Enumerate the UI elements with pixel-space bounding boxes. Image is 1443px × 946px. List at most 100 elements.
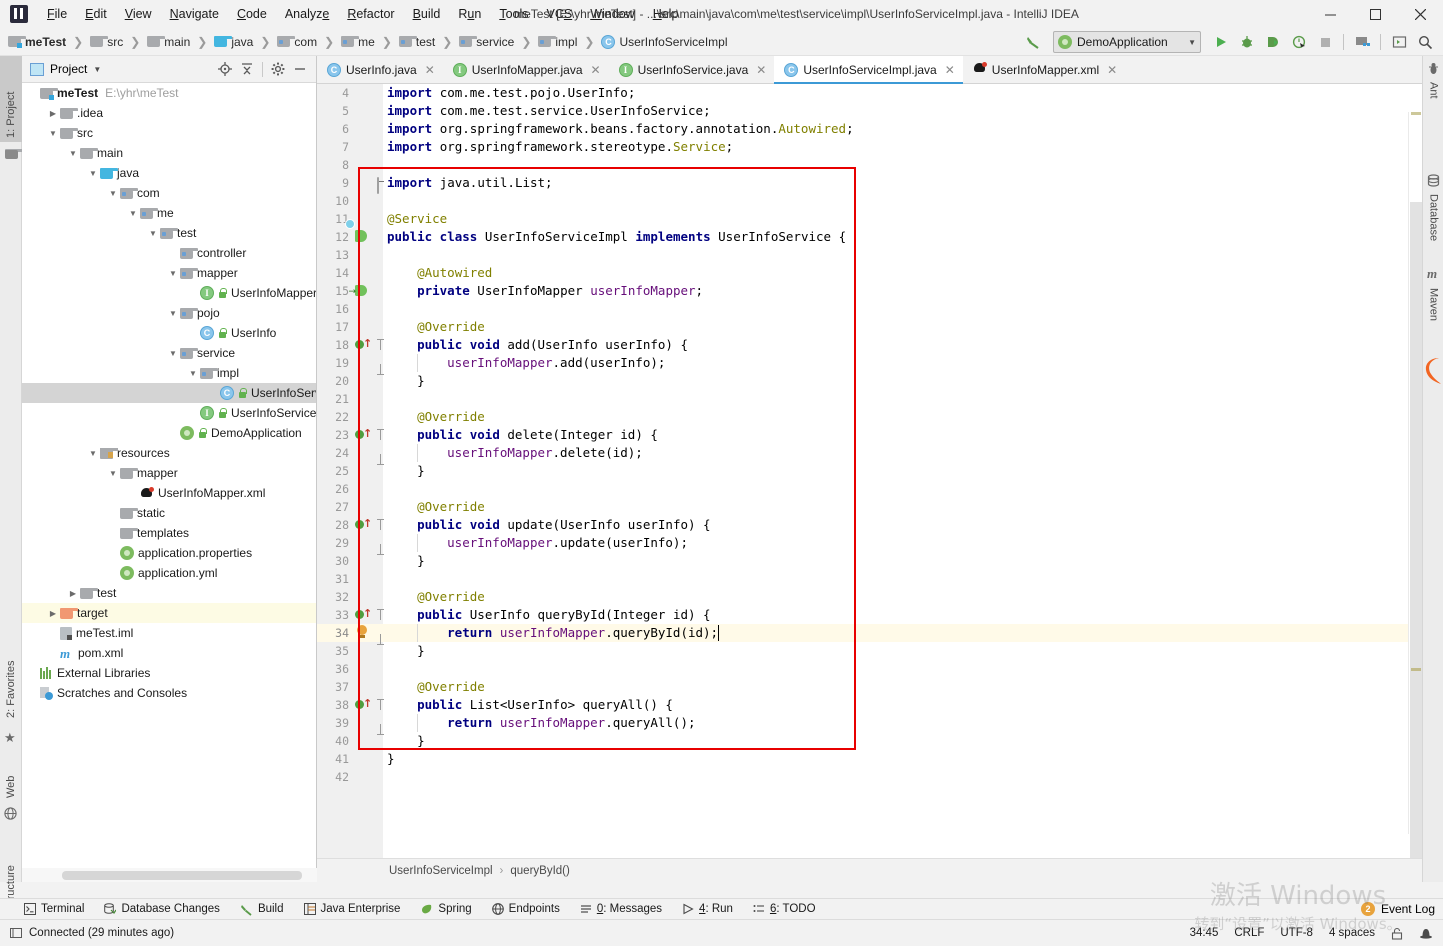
- code-line-11[interactable]: 11 @Service: [317, 210, 1422, 228]
- project-horizontal-scrollbar[interactable]: [22, 868, 317, 882]
- code-line-41[interactable]: 41}: [317, 750, 1422, 768]
- bb-spring[interactable]: Spring: [410, 901, 481, 918]
- code-line-27[interactable]: 27 @Override: [317, 498, 1422, 516]
- code-line-17[interactable]: 17 @Override: [317, 318, 1422, 336]
- scrollbar-thumb[interactable]: [1410, 202, 1422, 858]
- indent-setting[interactable]: 4 spaces: [1329, 927, 1375, 939]
- tree-node-application-yml[interactable]: application.yml: [22, 563, 316, 583]
- chevron-down-icon[interactable]: ▼: [126, 209, 140, 218]
- code-text[interactable]: @Override: [417, 408, 485, 426]
- hide-icon[interactable]: [290, 59, 310, 79]
- chevron-down-icon[interactable]: ▼: [46, 129, 60, 138]
- code-text[interactable]: @Autowired: [417, 264, 492, 282]
- close-icon[interactable]: ✕: [1107, 63, 1117, 77]
- tab-userinfoservice-java[interactable]: I UserInfoService.java ✕: [608, 56, 775, 83]
- sidebar-item-ant[interactable]: Ant: [1423, 78, 1443, 112]
- code-text[interactable]: @Override: [417, 678, 485, 696]
- chevron-down-icon[interactable]: ▼: [166, 309, 180, 318]
- bb-build[interactable]: Build: [230, 901, 294, 918]
- code-text[interactable]: import org.springframework.beans.factory…: [387, 120, 854, 138]
- tree-node-main[interactable]: ▼ main: [22, 143, 316, 163]
- tree-node-templates[interactable]: templates: [22, 523, 316, 543]
- code-line-36[interactable]: 36: [317, 660, 1422, 678]
- close-button[interactable]: [1398, 0, 1443, 28]
- code-text[interactable]: import com.me.test.service.UserInfoServi…: [387, 102, 711, 120]
- code-text[interactable]: }: [417, 552, 425, 570]
- collapse-all-icon[interactable]: [237, 59, 257, 79]
- bb-run[interactable]: 4: Run: [672, 901, 743, 917]
- code-line-28[interactable]: 28 public void update(UserInfo userInfo) …: [317, 516, 1422, 534]
- code-text[interactable]: }: [417, 642, 425, 660]
- sidebar-item-web[interactable]: Web: [0, 756, 22, 802]
- code-line-13[interactable]: 13: [317, 246, 1422, 264]
- breadcrumb-item-userinfoserviceimpl[interactable]: C UserInfoServiceImpl: [601, 34, 728, 49]
- code-line-38[interactable]: 38 public List<UserInfo> queryAll() {: [317, 696, 1422, 714]
- chevron-down-icon[interactable]: ▼: [86, 449, 100, 458]
- minimize-button[interactable]: [1308, 0, 1353, 28]
- code-text[interactable]: public List<UserInfo> queryAll() {: [417, 696, 673, 714]
- tree-node-test[interactable]: ▶ test: [22, 583, 316, 603]
- tree-node-userinfo[interactable]: C UserInfo: [22, 323, 316, 343]
- chevron-down-icon[interactable]: ▼: [186, 369, 200, 378]
- menu-help[interactable]: Help: [644, 3, 688, 25]
- close-icon[interactable]: ✕: [591, 63, 601, 77]
- breadcrumb-item-service[interactable]: service: [459, 35, 514, 49]
- code-line-5[interactable]: 5 import com.me.test.service.UserInfoServ…: [317, 102, 1422, 120]
- chevron-down-icon[interactable]: ▼: [166, 269, 180, 278]
- code-line-31[interactable]: 31: [317, 570, 1422, 588]
- code-line-37[interactable]: 37 @Override: [317, 678, 1422, 696]
- profiler-icon[interactable]: [1287, 30, 1311, 54]
- close-icon[interactable]: ✕: [756, 63, 766, 77]
- bb-event-log[interactable]: Event Log: [1381, 902, 1435, 916]
- run-icon[interactable]: [1209, 30, 1233, 54]
- code-line-26[interactable]: 26: [317, 480, 1422, 498]
- code-line-25[interactable]: 25}: [317, 462, 1422, 480]
- code-line-19[interactable]: 19 userInfoMapper.add(userInfo);: [317, 354, 1422, 372]
- tree-node-userinfomapper-xml[interactable]: UserInfoMapper.xml: [22, 483, 316, 503]
- code-line-39[interactable]: 39 return userInfoMapper.queryAll();: [317, 714, 1422, 732]
- tree-node-service[interactable]: ▼ service: [22, 343, 316, 363]
- code-text[interactable]: public void delete(Integer id) {: [417, 426, 658, 444]
- debug-icon[interactable]: [1235, 30, 1259, 54]
- code-line-33[interactable]: 33 public UserInfo queryById(Integer id) …: [317, 606, 1422, 624]
- maximize-button[interactable]: [1353, 0, 1398, 28]
- menu-edit[interactable]: Edit: [76, 3, 116, 25]
- bb-database-changes[interactable]: Database Changes: [94, 901, 229, 917]
- tree-node-application-properties[interactable]: application.properties: [22, 543, 316, 563]
- tree-node-resources[interactable]: ▼ resources: [22, 443, 316, 463]
- menu-analyze[interactable]: Analyze: [276, 3, 338, 25]
- read-only-lock-icon[interactable]: [1391, 927, 1403, 940]
- menu-file[interactable]: FFileile: [38, 3, 76, 25]
- caret-position[interactable]: 34:45: [1190, 927, 1219, 939]
- code-text[interactable]: return userInfoMapper.queryAll();: [447, 714, 695, 732]
- breadcrumb-item-test[interactable]: test: [398, 35, 435, 49]
- code-text[interactable]: public void update(UserInfo userInfo) {: [417, 516, 711, 534]
- code-text[interactable]: import com.me.test.pojo.UserInfo;: [387, 84, 635, 102]
- file-encoding[interactable]: UTF-8: [1280, 927, 1313, 939]
- breadcrumb-item-main[interactable]: main: [147, 35, 190, 49]
- code-line-6[interactable]: 6 import org.springframework.beans.factor…: [317, 120, 1422, 138]
- run-configuration-selector[interactable]: DemoApplication ▼: [1053, 31, 1201, 53]
- tree-node-mapper[interactable]: ▼ mapper: [22, 263, 316, 283]
- chevron-down-icon[interactable]: ▼: [106, 189, 120, 198]
- build-icon[interactable]: [1021, 30, 1045, 54]
- tree-node-external-libraries[interactable]: External Libraries: [22, 663, 316, 683]
- tree-node-com[interactable]: ▼ com: [22, 183, 316, 203]
- code-text[interactable]: public class UserInfoServiceImpl impleme…: [387, 228, 846, 246]
- chevron-down-icon[interactable]: ▼: [66, 149, 80, 158]
- chevron-down-icon[interactable]: ▼: [146, 229, 160, 238]
- code-line-15[interactable]: 15 private UserInfoMapper userInfoMapper;: [317, 282, 1422, 300]
- code-line-20[interactable]: 20}: [317, 372, 1422, 390]
- breadcrumb-item-java[interactable]: java: [214, 35, 253, 49]
- code-line-34[interactable]: 34 return userInfoMapper.queryById(id);: [317, 624, 1422, 642]
- tree-node-test[interactable]: ▼ test: [22, 223, 316, 243]
- tab-userinfomapper-xml[interactable]: UserInfoMapper.xml ✕: [962, 56, 1126, 83]
- code-text[interactable]: userInfoMapper.add(userInfo);: [447, 354, 665, 372]
- code-text[interactable]: return userInfoMapper.queryById(id);: [447, 624, 718, 642]
- code-text[interactable]: @Override: [417, 318, 485, 336]
- scroll-marker[interactable]: [1411, 668, 1421, 671]
- code-content[interactable]: 4 import com.me.test.pojo.UserInfo; 5 impor…: [317, 84, 1422, 858]
- code-line-32[interactable]: 32 @Override: [317, 588, 1422, 606]
- tree-node-userinfoservi[interactable]: C UserInfoServi: [22, 383, 316, 403]
- tree-node-src[interactable]: ▼ src: [22, 123, 316, 143]
